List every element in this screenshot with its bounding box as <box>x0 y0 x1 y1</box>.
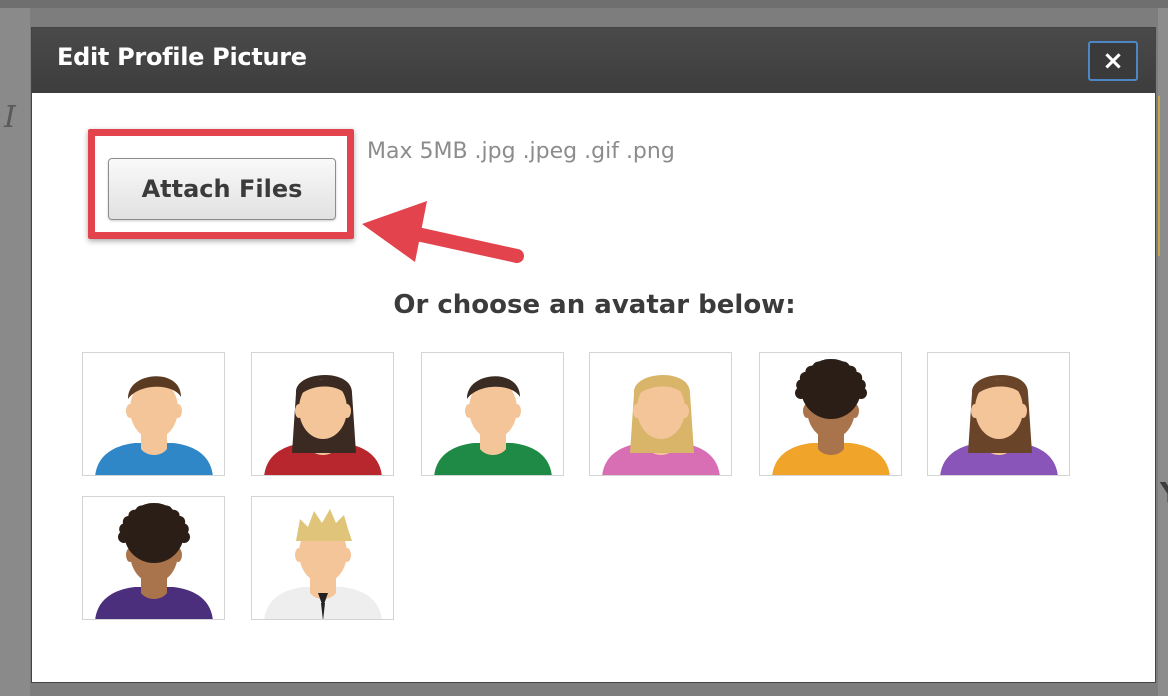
annotation-arrow-icon <box>362 201 524 263</box>
avatar-option[interactable] <box>589 352 732 476</box>
avatar-option[interactable] <box>421 352 564 476</box>
avatar-icon <box>940 374 1058 475</box>
backdrop-left-panel: I <box>0 8 30 696</box>
backdrop-field-edge <box>1158 96 1168 256</box>
avatar-heading: Or choose an avatar below: <box>393 290 796 320</box>
edit-profile-picture-dialog: Edit Profile Picture × Attach Files Max … <box>31 27 1156 683</box>
avatar-icon <box>772 359 890 475</box>
backdrop-top-strip <box>0 0 1168 8</box>
close-icon: × <box>1102 46 1124 76</box>
backdrop-glyph: I <box>4 100 16 135</box>
avatar-option[interactable] <box>251 496 394 620</box>
backdrop-glyph-right: Y <box>1160 476 1168 509</box>
avatar-option[interactable] <box>82 352 225 476</box>
avatar-option[interactable] <box>251 352 394 476</box>
dialog-header: Edit Profile Picture × <box>32 28 1155 93</box>
avatar-icon <box>264 374 382 475</box>
attach-files-button[interactable]: Attach Files <box>108 158 336 220</box>
avatar-icon <box>264 509 382 619</box>
avatar-icon <box>95 503 213 619</box>
avatar-option[interactable] <box>927 352 1070 476</box>
avatar-option[interactable] <box>759 352 902 476</box>
file-size-hint: Max 5MB .jpg .jpeg .gif .png <box>367 139 675 164</box>
avatar-icon <box>602 374 720 475</box>
avatar-option[interactable] <box>82 496 225 620</box>
close-button[interactable]: × <box>1088 41 1138 81</box>
avatar-icon <box>95 376 213 475</box>
avatar-icon <box>434 376 552 475</box>
dialog-title: Edit Profile Picture <box>57 43 307 71</box>
